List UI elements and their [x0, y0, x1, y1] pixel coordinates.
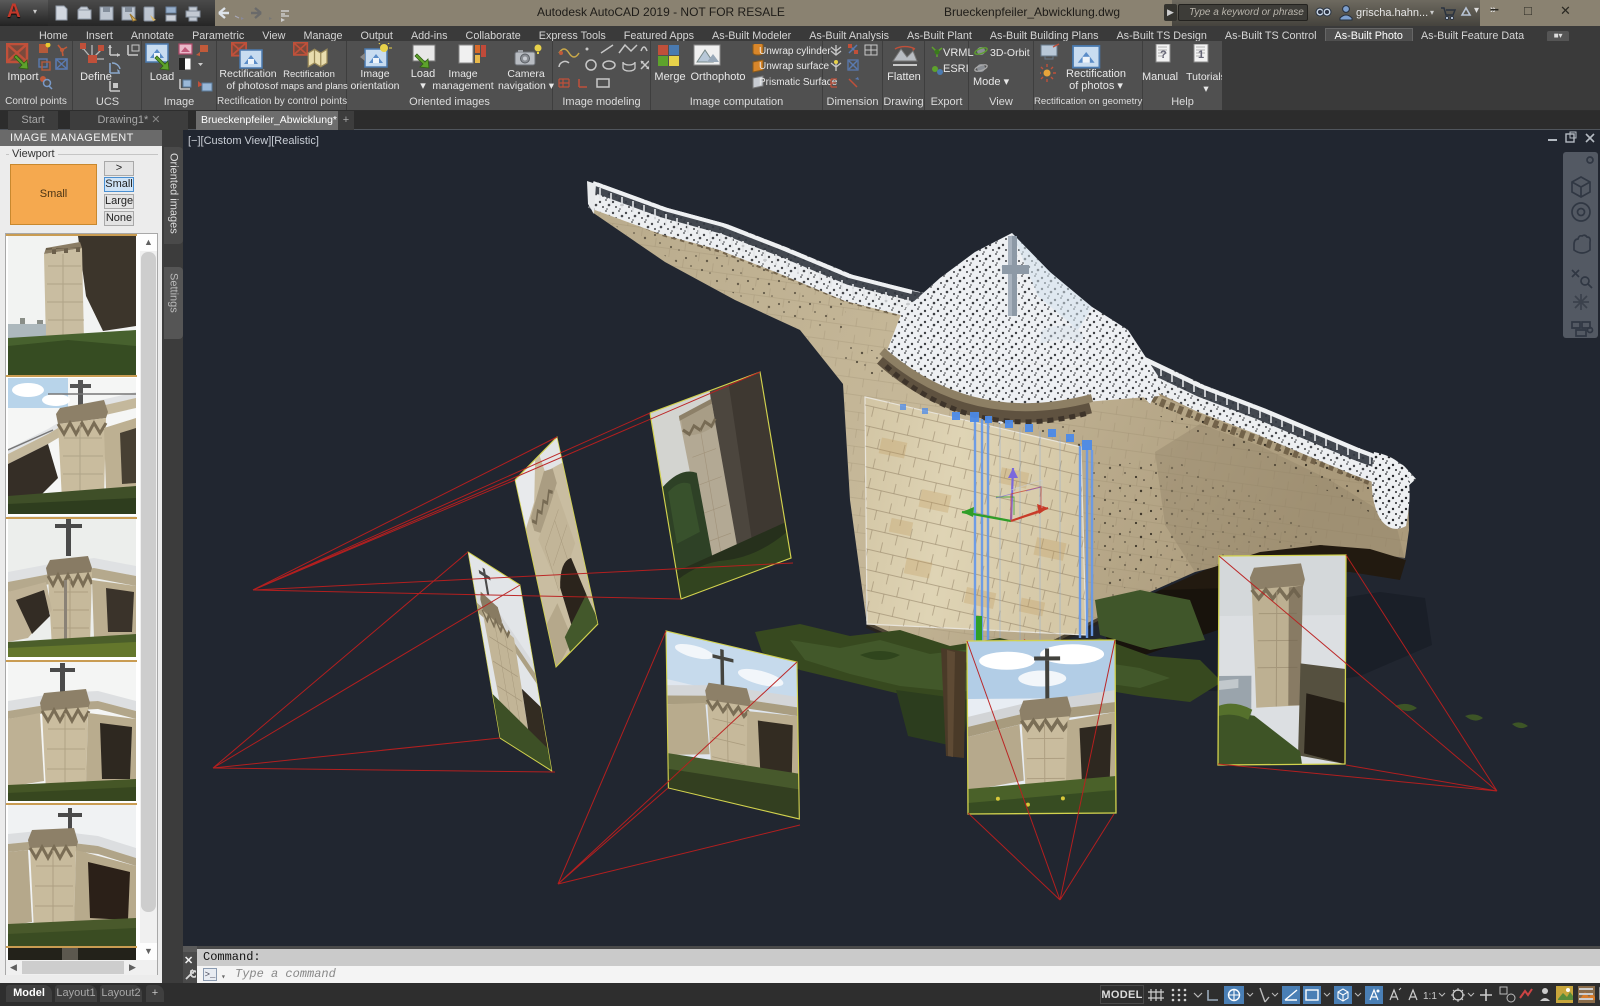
- svg-text:1: 1: [1198, 49, 1204, 61]
- svg-text:1:1: 1:1: [1423, 991, 1437, 1002]
- svg-text:grischa.hahn...: grischa.hahn...: [1356, 7, 1428, 19]
- svg-text:▾: ▾: [1430, 8, 1434, 17]
- svg-text:?: ?: [1160, 49, 1167, 61]
- svg-text:[−][Custom View][Realistic]: [−][Custom View][Realistic]: [188, 135, 319, 147]
